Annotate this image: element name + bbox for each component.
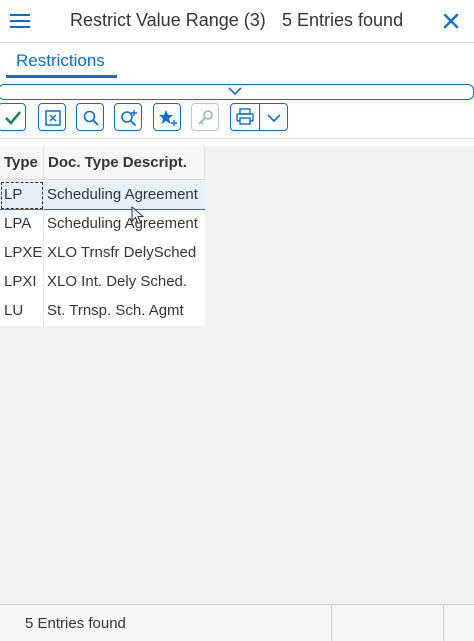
cancel-box-icon xyxy=(45,110,61,126)
table-row[interactable]: LU St. Trnsp. Sch. Agmt xyxy=(0,297,205,326)
cell-type[interactable]: LPXI xyxy=(0,268,44,297)
print-split-button xyxy=(230,103,288,131)
chevron-down-icon xyxy=(228,87,242,96)
status-divider xyxy=(443,605,444,641)
checkmark-icon xyxy=(5,111,21,125)
menu-icon[interactable] xyxy=(10,11,32,31)
collapse-restrictions-bar[interactable] xyxy=(0,84,474,100)
star-plus-icon xyxy=(159,110,177,126)
printer-icon xyxy=(236,108,254,125)
find-next-button[interactable] xyxy=(114,103,142,131)
column-header-type[interactable]: Type xyxy=(0,146,44,180)
column-header-description[interactable]: Doc. Type Descript. xyxy=(44,146,205,180)
status-bar: 5 Entries found xyxy=(0,604,474,641)
cell-type[interactable]: LPXE xyxy=(0,239,44,268)
search-icon xyxy=(83,110,99,126)
cancel-button[interactable] xyxy=(38,103,66,131)
status-message: 5 Entries found xyxy=(25,615,126,632)
cell-type[interactable]: LP xyxy=(0,181,44,210)
key-link-icon xyxy=(198,110,213,125)
add-favorite-button[interactable] xyxy=(153,103,181,131)
cell-description[interactable]: St. Trnsp. Sch. Agmt xyxy=(44,297,205,326)
results-grid-area: Type Doc. Type Descript. LP Scheduling A… xyxy=(0,146,474,604)
table-row[interactable]: LP Scheduling Agreement xyxy=(0,181,205,210)
find-button[interactable] xyxy=(76,103,104,131)
cell-type[interactable]: LU xyxy=(0,297,44,326)
cell-description[interactable]: Scheduling Agreement xyxy=(44,210,205,239)
more-options-button[interactable] xyxy=(260,104,288,130)
status-divider xyxy=(331,605,332,641)
dialog-title: Restrict Value Range (3) xyxy=(70,10,266,30)
cell-type[interactable]: LPA xyxy=(0,210,44,239)
print-button[interactable] xyxy=(231,104,259,130)
tab-bar: Restrictions xyxy=(0,43,474,80)
title-bar: Restrict Value Range (3) 5 Entries found xyxy=(0,0,474,43)
active-tab-indicator xyxy=(6,75,117,78)
table-row[interactable]: LPXE XLO Trnsfr DelySched xyxy=(0,239,205,268)
table-row[interactable]: LPA Scheduling Agreement xyxy=(0,210,205,239)
toolbar xyxy=(0,100,474,139)
cell-description[interactable]: XLO Trnsfr DelySched xyxy=(44,239,205,268)
entries-count-title: 5 Entries found xyxy=(282,10,404,30)
mouse-cursor-icon xyxy=(131,206,145,225)
close-icon[interactable] xyxy=(441,11,461,31)
continue-button[interactable] xyxy=(0,103,26,131)
search-plus-icon xyxy=(121,110,137,127)
cell-description[interactable]: Scheduling Agreement xyxy=(44,181,205,210)
hide-restrictions-button[interactable] xyxy=(191,103,219,131)
chevron-down-icon xyxy=(267,114,281,123)
table-row[interactable]: LPXI XLO Int. Dely Sched. xyxy=(0,268,205,297)
cell-description[interactable]: XLO Int. Dely Sched. xyxy=(44,268,205,297)
